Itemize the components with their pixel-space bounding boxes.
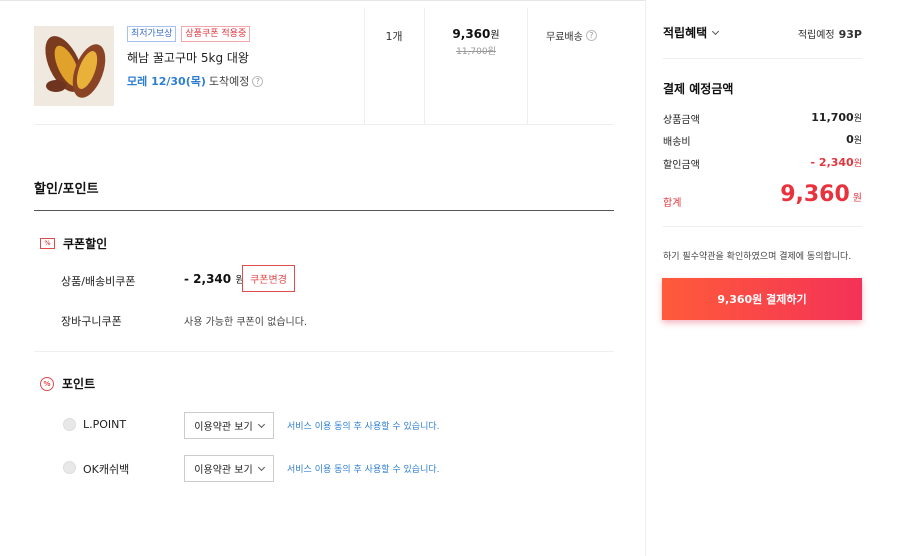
summary-value: 0원 [846, 133, 862, 148]
point-heading: % 포인트 [40, 375, 95, 392]
summary-number: - 2,340 [810, 156, 854, 169]
chevron-down-icon [257, 463, 265, 471]
summary-label: 할인금액 [663, 160, 700, 171]
shipping-info: 무료배송 ? [546, 28, 597, 43]
summary-label: 배송비 [663, 137, 691, 148]
summary-row-discount: 할인금액 - 2,340원 [663, 156, 862, 171]
okcashbag-terms-label: 이용약관 보기 [194, 465, 253, 476]
column-divider [424, 8, 425, 125]
reward-title: 적립혜택 [663, 26, 708, 40]
sidebar-divider [663, 58, 862, 59]
total-unit: 원 [852, 193, 862, 204]
lpoint-agree-note: 서비스 이용 동의 후 사용할 수 있습니다. [287, 422, 440, 432]
product-thumbnail[interactable] [34, 26, 114, 106]
product-badges: 최저가보상 상품쿠폰 적용중 [127, 26, 357, 42]
product-coupon-label: 상품/배송비쿠폰 [61, 275, 136, 288]
percent-icon: % [40, 376, 54, 391]
sidebar-divider [663, 226, 862, 227]
product-quantity: 1개 [385, 30, 403, 43]
sale-price-number: 9,360 [452, 27, 491, 41]
lpoint-label: L.POINT [83, 418, 127, 431]
summary-number: 11,700 [811, 111, 854, 124]
okcashbag-agree-note: 서비스 이용 동의 후 사용할 수 있습니다. [287, 465, 440, 475]
coupon-discount-heading: % 쿠폰할인 [40, 235, 107, 252]
original-price: 11,700원 [456, 47, 496, 57]
sale-price-unit: 원 [490, 30, 500, 41]
sale-price: 9,360원 [426, 26, 526, 41]
lpoint-radio[interactable] [63, 418, 76, 431]
cart-product-row: 최저가보상 상품쿠폰 적용중 해남 꿀고구마 5kg 대왕 모레 12/30(목… [34, 8, 614, 125]
section-divider [34, 351, 614, 352]
arrival-date: 모레 12/30(목) [127, 75, 206, 88]
summary-label: 상품금액 [663, 115, 700, 126]
arrival-info: 모레 12/30(목) 도착예정 ? [127, 73, 357, 89]
summary-value: 11,700원 [811, 111, 862, 126]
summary-unit: 원 [853, 114, 862, 124]
reward-toggle[interactable]: 적립혜택 [663, 24, 720, 41]
cart-coupon-value: 사용 가능한 쿠폰이 없습니다. [184, 317, 308, 328]
help-icon[interactable]: ? [252, 75, 264, 87]
payment-title: 결제 예정금액 [663, 82, 734, 96]
chevron-down-icon [712, 27, 720, 35]
coupon-applied-badge: 상품쿠폰 적용중 [181, 26, 251, 42]
reward-label: 적립예정 [797, 30, 835, 41]
summary-row-shipping: 배송비 0원 [663, 133, 862, 148]
column-divider [364, 8, 365, 125]
coupon-icon: % [40, 238, 55, 249]
pay-button[interactable]: 9,360원 결제하기 [662, 278, 862, 320]
coupon-discount-label: 쿠폰할인 [63, 237, 108, 251]
reward-value: 93P [838, 28, 862, 41]
discount-section-title: 할인/포인트 [34, 182, 99, 197]
change-coupon-button[interactable]: 쿠폰변경 [242, 265, 295, 292]
product-coupon-number: - 2,340 [184, 272, 232, 286]
okcashbag-terms-select[interactable]: 이용약관 보기 [184, 455, 274, 482]
total-value: 9,360 원 [780, 182, 862, 207]
okcashbag-radio[interactable] [63, 461, 76, 474]
section-divider [34, 210, 614, 211]
cart-coupon-label: 장바구니쿠폰 [61, 315, 122, 328]
product-coupon-value: - 2,340 원 [184, 271, 245, 286]
sweet-potato-image [34, 26, 114, 106]
summary-unit: 원 [853, 159, 862, 169]
total-number: 9,360 [780, 182, 850, 207]
shipping-help-icon[interactable]: ? [585, 30, 597, 41]
okcashbag-label: OK캐쉬백 [83, 463, 130, 476]
lpoint-terms-label: 이용약관 보기 [194, 422, 253, 433]
summary-unit: 원 [853, 136, 862, 146]
summary-row-product: 상품금액 11,700원 [663, 111, 862, 126]
product-info: 최저가보상 상품쿠폰 적용중 해남 꿀고구마 5kg 대왕 모레 12/30(목… [127, 26, 357, 89]
lowest-price-badge: 최저가보상 [127, 26, 177, 42]
chevron-down-icon [257, 420, 265, 428]
product-name[interactable]: 해남 꿀고구마 5kg 대왕 [127, 49, 357, 66]
point-label: 포인트 [62, 377, 96, 391]
terms-agreement-note: 하기 필수약관을 확인하였으며 결제에 동의합니다. [663, 252, 852, 262]
total-label: 합계 [663, 198, 682, 209]
product-price: 9,360원 11,700원 [426, 26, 526, 57]
arrival-suffix: 도착예정 [208, 75, 250, 88]
reward-points: 적립예정 93P [798, 26, 862, 41]
shipping-label: 무료배송 [546, 32, 583, 43]
column-divider [527, 8, 528, 125]
summary-number: 0 [846, 133, 854, 146]
summary-value: - 2,340원 [811, 156, 862, 171]
lpoint-terms-select[interactable]: 이용약관 보기 [184, 412, 274, 439]
